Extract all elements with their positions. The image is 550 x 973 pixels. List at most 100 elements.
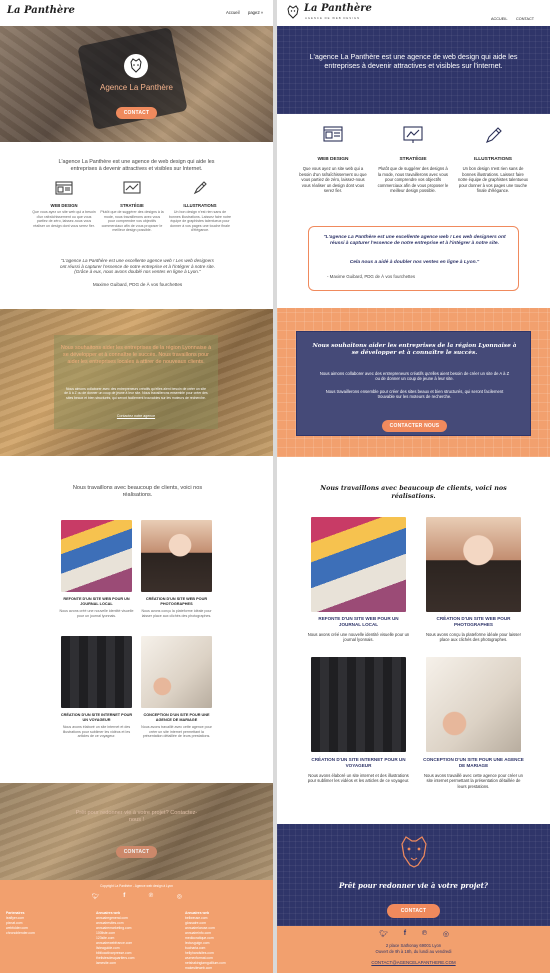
project-title[interactable]: CONCEPTION D'UN SITE POUR UNE AGENCE DE … [422, 757, 525, 769]
old-service-strategy: STRATÉGIE Plutôt que de suggérer des des… [100, 180, 164, 233]
new-service-illustrations: ILLUSTRATIONS Un bon design n'est rien s… [457, 124, 529, 194]
new-service-text: Plutôt que de suggérer des designs à la … [377, 166, 449, 194]
old-service-illustrations: ILLUSTRATIONS Un bon design n'est rien s… [168, 180, 232, 233]
old-hero-title: Agence La Panthère [100, 83, 173, 92]
project-thumbnail[interactable] [61, 520, 132, 592]
old-logo[interactable]: La Panthère [7, 5, 75, 16]
pinterest-icon[interactable]: ℗ [149, 893, 153, 900]
new-mission-p1: Nous aimons collaborer avec des entrepre… [319, 371, 510, 382]
old-service-text: Que vous ayez un site web qui a besoin d… [32, 210, 96, 228]
new-cta-title: Prêt pour redonner vie à votre projet? [338, 881, 489, 890]
old-mission-box: Nous souhaitons aider les entreprises de… [54, 335, 218, 429]
twitter-icon[interactable]: 🐦︎ [379, 930, 388, 938]
old-cta-contact-button[interactable]: CONTACT [115, 846, 158, 858]
old-footer-col: Annuaires web annuairegeneral.com annuai… [96, 911, 176, 966]
new-service-strategy: STRATÉGIE Plutôt que de suggérer des des… [377, 124, 449, 194]
new-mission-p2: Nous travaillerons ensemble pour créer d… [325, 389, 504, 400]
project-title[interactable]: REFONTE D'UN SITE WEB POUR UN JOURNAL LO… [307, 616, 410, 628]
new-nav-contact[interactable]: CONTACT [516, 17, 534, 21]
project-title[interactable]: CONCEPTION D'UN SITE POUR UNE AGENCE DE … [139, 713, 214, 723]
old-mission-section: Nous souhaitons aider les entreprises de… [0, 309, 273, 456]
new-testimonial-quote: "L'agence La Panthère est une excellente… [323, 235, 506, 247]
footer-link[interactable]: lamesite.com [96, 961, 176, 966]
old-service-title: ILLUSTRATIONS [183, 203, 217, 208]
pencil-icon [193, 181, 207, 195]
panther-logo-icon [124, 54, 148, 78]
old-testimonial-author: Maxime Guibard, PDG de À vos fourchettes [92, 282, 183, 287]
old-header: La Panthère Accueil page2 » [0, 0, 273, 26]
new-logo[interactable]: La Panthère [304, 3, 372, 14]
new-service-text: Un bon design n'est rien sans de bonnes … [457, 166, 529, 194]
old-footer-social: 🐦︎ f ℗ ◎ [92, 893, 182, 900]
panther-logo-icon[interactable] [285, 4, 301, 20]
facebook-icon[interactable]: f [123, 893, 125, 900]
new-nav-accueil[interactable]: ACCUEIL [491, 17, 507, 21]
instagram-icon[interactable]: ◎ [443, 930, 449, 938]
old-footer-copyright: Copyright La Panthère - Agence web desig… [100, 884, 173, 888]
twitter-icon[interactable]: 🐦︎ [92, 893, 100, 900]
old-testimonial: "L'agence La Panthère est une excellente… [60, 258, 215, 275]
new-footer-address: 2 place Sathonay 69001 Lyon [385, 943, 442, 948]
project-thumbnail[interactable] [141, 520, 212, 592]
project-text: Nous avons élaboré un site internet et d… [307, 773, 410, 784]
pinterest-icon[interactable]: ℗ [422, 930, 427, 938]
new-service-title: ILLUSTRATIONS [473, 157, 513, 162]
new-service-webdesign: WEB DESIGN Que vous ayez un site web qui… [297, 124, 369, 194]
project-text: Nous avons travaillé avec cette agence p… [424, 773, 523, 789]
pencil-icon [486, 127, 502, 143]
project-text: Nous avons créé une nouvelle identité vi… [59, 609, 134, 618]
facebook-icon[interactable]: f [404, 930, 406, 938]
old-footer-col: Partenaires leaflyer.com pixnat.com webf… [6, 911, 66, 936]
new-footer: 🐦︎ f ℗ ◎ 2 place Sathonay 69001 Lyon Ouv… [277, 926, 550, 973]
instagram-icon[interactable]: ◎ [177, 893, 182, 900]
project-title[interactable]: CRÉATION D'UN SITE INTERNET POUR UN VOYA… [307, 757, 410, 769]
project-thumbnail[interactable] [61, 636, 132, 708]
old-intro: L'agence La Panthère est une agence de w… [58, 159, 215, 172]
project-thumbnail[interactable] [426, 657, 521, 752]
new-mission-title: Nous souhaitons aider les entreprises de… [312, 343, 517, 357]
old-nav-accueil[interactable]: Accueil [226, 10, 240, 15]
project-text: Nous avons créé une nouvelle identité vi… [307, 632, 410, 643]
project-title[interactable]: CRÉATION D'UN SITE WEB POUR PHOTOGRAPHES [139, 597, 214, 607]
project-thumbnail[interactable] [311, 657, 406, 752]
strategy-icon [123, 181, 141, 194]
new-mission-contact-button[interactable]: CONTACTER NOUS [381, 420, 448, 432]
new-clients-title: Nous travaillons avec beaucoup de client… [320, 484, 507, 501]
new-mission-section: Nous souhaitons aider les entreprises de… [277, 308, 550, 457]
old-projects-grid: REFONTE D'UN SITE WEB POUR UN JOURNAL LO… [0, 518, 273, 758]
new-hero-text: L'agence La Panthère est une agence de w… [309, 52, 518, 71]
old-service-title: WEB DESIGN [50, 203, 78, 208]
project-thumbnail[interactable] [311, 517, 406, 612]
web-design-icon [55, 181, 73, 195]
footer-link[interactable]: chronoblender.com [6, 931, 66, 936]
old-hero-contact-button[interactable]: CONTACT [115, 107, 158, 119]
project-thumbnail[interactable] [426, 517, 521, 612]
new-footer-email[interactable]: CONTACT@AGENCELAPANTHERE.COM [277, 960, 550, 965]
new-service-title: WEB DESIGN [317, 157, 349, 162]
footer-link[interactable]: makesiteweb.com [185, 966, 270, 971]
new-cta-section: Prêt pour redonner vie à votre projet? C… [277, 824, 550, 926]
new-mission-box: Nous souhaitons aider les entreprises de… [296, 331, 531, 436]
new-cta-contact-button[interactable]: CONTACT [386, 904, 441, 918]
new-testimonial-card: "L'agence La Panthère est une excellente… [308, 226, 519, 291]
old-nav-page2[interactable]: page2 » [248, 10, 263, 15]
old-mission-title: Nous souhaitons aider les entreprises de… [60, 345, 212, 365]
strategy-icon [403, 126, 423, 143]
project-title[interactable]: REFONTE D'UN SITE WEB POUR UN JOURNAL LO… [59, 597, 134, 607]
web-design-icon [323, 126, 343, 142]
old-footer: Copyright La Panthère - Agence web desig… [0, 880, 273, 973]
new-hero: L'agence La Panthère est une agence de w… [277, 26, 550, 114]
old-service-text: Plutôt que de suggérer des designs à la … [100, 210, 164, 233]
old-site-column: La Panthère Accueil page2 » Agence La Pa… [0, 0, 273, 973]
project-title[interactable]: CRÉATION D'UN SITE INTERNET POUR UN VOYA… [59, 713, 134, 723]
new-projects-grid: REFONTE D'UN SITE WEB POUR UN JOURNAL LO… [277, 517, 550, 817]
project-title[interactable]: CRÉATION D'UN SITE WEB POUR PHOTOGRAPHES [422, 616, 525, 628]
old-services: WEB DESIGN Que vous ayez un site web qui… [32, 180, 232, 240]
new-header: La Panthère AGENCE DE WEB DESIGN ACCUEIL… [277, 0, 550, 26]
project-text: Nous avons conçu la plateforme idéale po… [426, 632, 521, 643]
new-services: WEB DESIGN Que vous ayez un site web qui… [297, 124, 530, 224]
project-thumbnail[interactable] [141, 636, 212, 708]
old-mission-link[interactable]: Contactez notre agence [54, 414, 218, 418]
project-text: Nous avons conçu la plateforme idéale po… [141, 609, 212, 618]
old-hero: Agence La Panthère CONTACT [0, 26, 273, 142]
